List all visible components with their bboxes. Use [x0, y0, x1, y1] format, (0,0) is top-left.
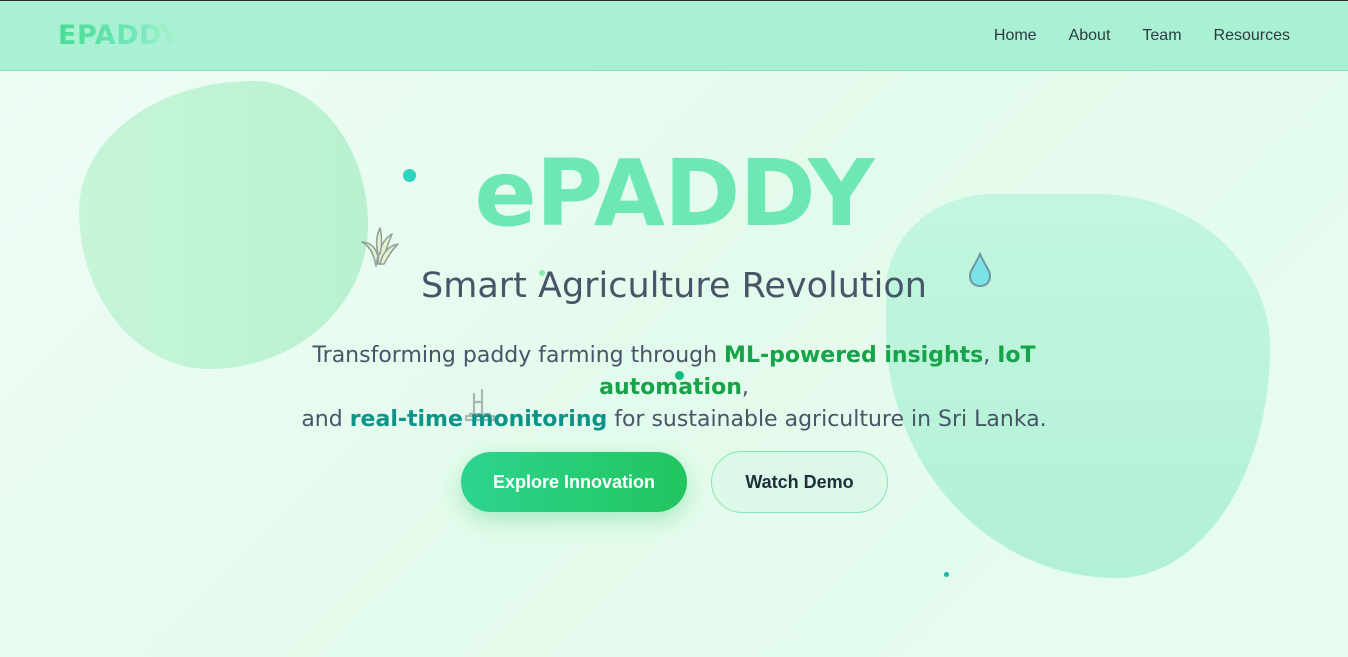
- hero-title: ePADDY: [474, 140, 874, 247]
- watch-demo-button[interactable]: Watch Demo: [711, 451, 888, 513]
- description-text: Transforming paddy farming through: [312, 343, 725, 368]
- nav-link-resources[interactable]: Resources: [1214, 27, 1290, 45]
- nav-link-about[interactable]: About: [1069, 27, 1111, 45]
- navbar: EPADDY Home About Team Resources: [0, 0, 1348, 71]
- hero-description: Transforming paddy farming through ML-po…: [234, 340, 1114, 436]
- hero-subtitle: Smart Agriculture Revolution: [421, 266, 927, 306]
- hero-section: ePADDY Smart Agriculture Revolution Tran…: [0, 0, 1348, 657]
- description-text: for sustainable agriculture in Sri Lanka…: [607, 407, 1047, 432]
- description-text: and: [301, 407, 350, 432]
- explore-innovation-button[interactable]: Explore Innovation: [461, 452, 687, 512]
- description-separator: ,: [741, 375, 749, 400]
- nav-links: Home About Team Resources: [994, 27, 1290, 45]
- highlight-ml-insights: ML-powered insights: [724, 343, 984, 368]
- logo[interactable]: EPADDY: [58, 20, 180, 51]
- highlight-real-time-monitoring: real-time monitoring: [349, 407, 608, 432]
- nav-link-team[interactable]: Team: [1142, 27, 1181, 45]
- description-separator: ,: [983, 343, 998, 368]
- nav-link-home[interactable]: Home: [994, 27, 1037, 45]
